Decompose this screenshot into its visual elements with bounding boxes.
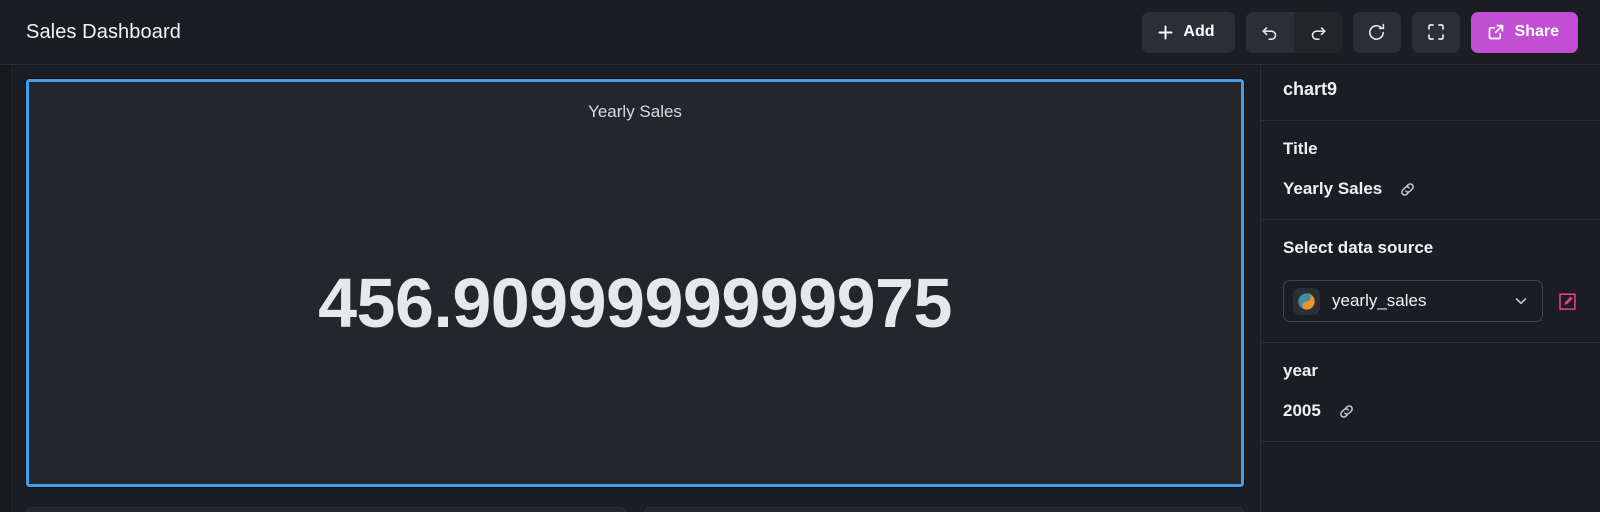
panel-title: Yearly Sales [588, 102, 682, 121]
link-icon[interactable] [1337, 402, 1356, 421]
sidebar-section-datasource: Select data source yearly_sales [1261, 220, 1600, 343]
chart-panel-stub-1[interactable]: Quarterly Sales [26, 507, 626, 512]
datasource-select[interactable]: yearly_sales [1283, 280, 1543, 322]
sidebar-scroll-content: chart properties chart9 Title Yearly Sal… [1261, 65, 1600, 442]
dashboard-header: Sales Dashboard Add Share [0, 0, 1600, 65]
chart-panel-stub-2[interactable]: Monthly Sales [644, 507, 1244, 512]
big-number-area: 456.9099999999975 [29, 122, 1241, 484]
undo-arrow-icon [1260, 22, 1280, 42]
properties-sidebar: chart properties chart9 Title Yearly Sal… [1260, 65, 1600, 512]
add-button[interactable]: Add [1142, 11, 1235, 53]
edit-square-icon[interactable] [1557, 291, 1578, 312]
column-field-row: 2005 [1283, 401, 1578, 421]
share-button[interactable]: Share [1470, 11, 1578, 53]
dashboard-title: Sales Dashboard [26, 20, 181, 43]
dashboard-canvas: Yearly Sales 456.9099999999975 Quarterly… [12, 65, 1260, 512]
refresh-button[interactable] [1352, 11, 1401, 53]
redo-button[interactable] [1293, 11, 1342, 53]
sidebar-section-title: Title Yearly Sales [1261, 121, 1600, 220]
plus-icon [1157, 24, 1174, 41]
refresh-icon [1366, 22, 1387, 43]
dashboard-body: Yearly Sales 456.9099999999975 Quarterly… [0, 65, 1600, 512]
big-number-value: 456.9099999999975 [318, 264, 952, 342]
link-icon[interactable] [1398, 180, 1417, 199]
undo-button[interactable] [1245, 11, 1294, 53]
bottom-panel-row: Quarterly Sales Monthly Sales [26, 507, 1244, 512]
chart-panel-yearly-sales[interactable]: Yearly Sales 456.9099999999975 [25, 78, 1245, 488]
datasource-label: Select data source [1283, 238, 1434, 257]
sidebar-section-column: year 2005 [1261, 343, 1600, 442]
title-field-row: Yearly Sales [1283, 179, 1578, 199]
title-field-label: Title [1283, 139, 1318, 158]
title-field-value[interactable]: Yearly Sales [1283, 179, 1382, 199]
column-field-value[interactable]: 2005 [1283, 401, 1321, 421]
add-button-label: Add [1183, 23, 1215, 40]
fullscreen-button[interactable] [1411, 11, 1460, 53]
datasource-logo-icon [1293, 287, 1320, 315]
redo-arrow-icon [1308, 22, 1328, 42]
fullscreen-icon [1426, 22, 1446, 42]
chevron-down-icon [1512, 292, 1530, 310]
header-toolbar: Add Share [1142, 11, 1578, 53]
dashboard-app: Sales Dashboard Add Share Yearly Sales 4… [0, 0, 1600, 512]
chart-name: chart9 [1283, 79, 1338, 99]
datasource-select-value: yearly_sales [1332, 291, 1427, 310]
left-rail [0, 65, 12, 512]
column-field-label: year [1283, 361, 1318, 380]
sidebar-section-chart-name: chart9 [1261, 65, 1600, 121]
external-link-icon [1487, 23, 1505, 41]
datasource-row: yearly_sales [1283, 280, 1578, 322]
share-button-label: Share [1514, 23, 1559, 40]
undo-redo-group [1245, 11, 1342, 53]
